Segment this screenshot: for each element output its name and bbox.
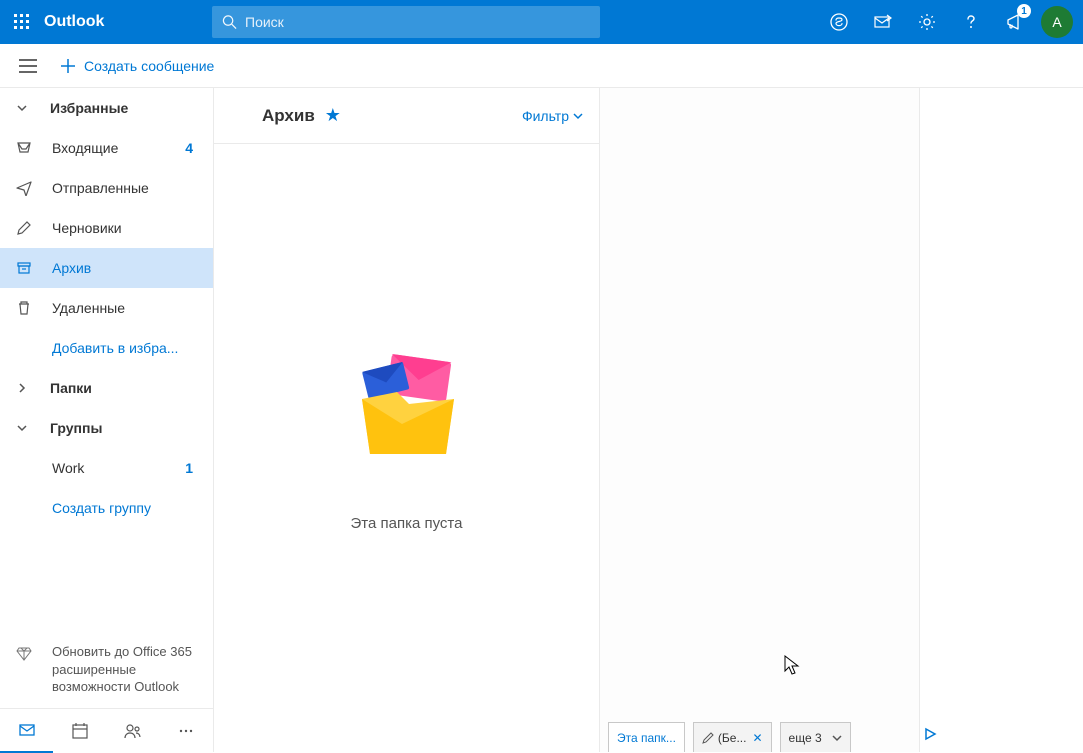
module-people-button[interactable] — [107, 709, 160, 753]
favorites-label: Избранные — [50, 100, 128, 116]
sidebar-item-label: Черновики — [52, 220, 201, 236]
main-area: Избранные Входящие 4 Отправленные Чернов… — [0, 88, 1083, 752]
sidebar-item-deleted[interactable]: Удаленные — [0, 288, 213, 328]
command-bar: Создать сообщение — [0, 44, 1083, 88]
plus-icon — [60, 58, 76, 74]
nav-toggle-button[interactable] — [6, 44, 50, 88]
sidebar-item-count: 1 — [185, 460, 201, 476]
filter-button[interactable]: Фильтр — [522, 108, 583, 124]
search-box[interactable] — [212, 6, 600, 38]
module-more-button[interactable] — [160, 709, 213, 753]
settings-button[interactable] — [905, 0, 949, 44]
chevron-right-icon — [12, 382, 32, 394]
folders-section-header[interactable]: Папки — [0, 368, 213, 408]
sidebar-item-drafts[interactable]: Черновики — [0, 208, 213, 248]
help-button[interactable] — [949, 0, 993, 44]
empty-folder-illustration — [342, 344, 472, 469]
favorites-section-header[interactable]: Избранные — [0, 88, 213, 128]
filter-label: Фильтр — [522, 108, 569, 124]
brand-name[interactable]: Outlook — [44, 13, 212, 31]
sidebar: Избранные Входящие 4 Отправленные Чернов… — [0, 88, 214, 752]
account-avatar[interactable]: A — [1041, 6, 1073, 38]
groups-label: Группы — [50, 420, 102, 436]
calendar-icon — [71, 722, 89, 740]
mail-icon — [18, 721, 36, 739]
ad-choices-icon[interactable] — [923, 727, 937, 746]
module-switcher — [0, 708, 213, 752]
tab-label: Эта папк... — [617, 731, 676, 745]
top-bar: Outlook 1 A — [0, 0, 1083, 44]
pencil-icon — [702, 732, 714, 744]
reading-pane: Эта папк... (Бе... ✕ еще 3 — [600, 88, 920, 752]
new-message-label: Создать сообщение — [84, 58, 214, 74]
search-icon — [222, 14, 237, 30]
sent-icon — [14, 180, 34, 196]
task-tabstrip: Эта папк... (Бе... ✕ еще 3 — [600, 720, 919, 752]
waffle-icon — [14, 14, 30, 30]
sidebar-item-count: 4 — [185, 140, 201, 156]
sidebar-item-label: Архив — [52, 260, 201, 276]
people-icon — [124, 722, 142, 740]
list-header: Архив ★ Фильтр — [214, 88, 599, 144]
chevron-down-icon — [12, 422, 32, 434]
task-tab-draft[interactable]: (Бе... ✕ — [693, 722, 772, 752]
tab-label: еще 3 — [789, 731, 822, 745]
nav-list: Избранные Входящие 4 Отправленные Чернов… — [0, 88, 213, 631]
chevron-down-icon — [832, 733, 842, 743]
trash-icon — [14, 300, 34, 316]
task-tab-more[interactable]: еще 3 — [780, 722, 851, 752]
skype-button[interactable] — [817, 0, 861, 44]
sidebar-item-label: Отправленные — [52, 180, 201, 196]
right-gutter — [920, 88, 1083, 752]
skype-icon — [829, 12, 849, 32]
empty-message: Эта папка пуста — [351, 515, 463, 532]
sidebar-item-label: Work — [52, 460, 185, 476]
sidebar-item-label: Удаленные — [52, 300, 201, 316]
sidebar-item-label: Входящие — [52, 140, 185, 156]
sidebar-item-sent[interactable]: Отправленные — [0, 168, 213, 208]
mail-action-icon — [873, 12, 893, 32]
drafts-icon — [14, 220, 34, 236]
new-message-button[interactable]: Создать сообщение — [50, 44, 224, 88]
module-mail-button[interactable] — [0, 709, 53, 753]
chevron-down-icon — [573, 111, 583, 121]
sidebar-group-work[interactable]: Work 1 — [0, 448, 213, 488]
favorite-star-icon[interactable]: ★ — [325, 105, 341, 126]
sidebar-item-inbox[interactable]: Входящие 4 — [0, 128, 213, 168]
sidebar-item-archive[interactable]: Архив — [0, 248, 213, 288]
folders-label: Папки — [50, 380, 92, 396]
tab-label: (Бе... — [718, 731, 747, 745]
outbox-button[interactable] — [861, 0, 905, 44]
upgrade-link[interactable]: Обновить до Office 365 расширенные возмо… — [0, 631, 213, 708]
search-input[interactable] — [245, 14, 590, 30]
task-tab-active[interactable]: Эта папк... — [608, 722, 685, 752]
help-icon — [961, 12, 981, 32]
groups-section-header[interactable]: Группы — [0, 408, 213, 448]
hamburger-icon — [19, 59, 37, 73]
ellipsis-icon — [177, 722, 195, 740]
close-icon[interactable]: ✕ — [752, 731, 762, 745]
app-launcher-button[interactable] — [0, 0, 44, 44]
notifications-button[interactable]: 1 — [993, 0, 1037, 44]
folder-title: Архив — [262, 106, 315, 126]
upgrade-text: Обновить до Office 365 расширенные возмо… — [52, 643, 201, 696]
inbox-icon — [14, 140, 34, 156]
create-group-link[interactable]: Создать группу — [0, 488, 213, 528]
message-list-pane: Архив ★ Фильтр Эта папка пуста — [214, 88, 600, 752]
chevron-down-icon — [12, 102, 32, 114]
archive-icon — [14, 260, 34, 276]
diamond-icon — [14, 645, 34, 661]
add-favorite-label: Добавить в избра... — [52, 340, 201, 356]
notification-badge: 1 — [1017, 4, 1031, 18]
create-group-label: Создать группу — [52, 500, 201, 516]
add-favorite-link[interactable]: Добавить в избра... — [0, 328, 213, 368]
module-calendar-button[interactable] — [53, 709, 106, 753]
gear-icon — [917, 12, 937, 32]
empty-state: Эта папка пуста — [214, 144, 599, 752]
